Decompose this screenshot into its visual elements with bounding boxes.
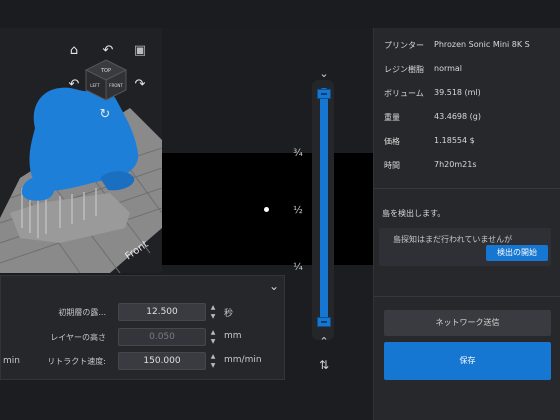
info-value: Phrozen Sonic Mini 8K S [434,40,530,49]
view-cube[interactable]: TOP LEFT FRONT [84,58,128,102]
home-icon[interactable]: ⌂ [66,44,82,60]
rotate-down-right-icon[interactable]: ↷ [132,78,148,94]
info-row-price: 価格 1.18554 $ [384,132,554,156]
info-value: 1.18554 $ [434,136,475,145]
info-value: 39.518 (ml) [434,88,481,97]
info-key: 時間 [384,161,400,170]
setting-label: レイヤーの高さ [50,333,106,342]
info-row-resin: レジン樹脂 normal [384,60,554,84]
setting-row-layer-height: レイヤーの高さ 0.050 ▲ ▼ mm [1,328,286,350]
initial-exposure-input[interactable]: 12.500 [118,303,206,321]
retract-speed-input[interactable]: 150.000 [118,352,206,370]
preview-origin-dot [264,207,269,212]
start-detection-button[interactable]: 検出の開始 [486,245,548,261]
rotate-down-left-icon[interactable]: ↶ [66,78,82,94]
island-detection-message: 島探知はまだ行われていませんが [393,235,513,244]
info-panel: プリンター Phrozen Sonic Mini 8K S レジン樹脂 norm… [373,28,560,420]
setting-unit: mm/min [224,355,262,365]
layer-tick-half: ½ [293,205,303,216]
retract-speed-stepper[interactable]: ▲ ▼ [209,352,217,370]
cube-left-label: LEFT [90,83,100,88]
divider [374,296,560,297]
cube-top-label: TOP [100,68,111,74]
setting-unit: 秒 [224,309,234,319]
model-render: Front [0,87,163,274]
layer-height-input: 0.050 [118,328,206,346]
info-value: 7h20m21s [434,160,477,169]
info-key: プリンター [384,41,424,50]
slider-down-icon[interactable]: ⌃ [317,335,331,348]
save-button[interactable]: 保存 [384,342,551,380]
info-row-volume: ボリューム 39.518 (ml) [384,84,554,108]
3d-viewport[interactable]: Front TOP LEFT FRONT ⌂ ↶ ▣ ↶ ↷ ↻ ⌃ ⌃ ⇅ ¾ [0,28,373,420]
info-key: レジン樹脂 [384,65,424,74]
initial-exposure-stepper[interactable]: ▲ ▼ [209,303,217,321]
info-key: 重量 [384,113,400,122]
setting-row-initial-exposure: 初期層の露... 12.500 ▲ ▼ 秒 [1,303,286,325]
info-row-weight: 重量 43.4698 (g) [384,108,554,132]
rotate-left-icon[interactable]: ↶ [100,44,116,60]
info-value: 43.4698 (g) [434,112,481,121]
layer-slider-track[interactable] [320,88,328,324]
network-send-button[interactable]: ネットワーク送信 [384,310,551,336]
layer-slider-bottom-handle[interactable] [317,317,331,327]
layer-tick-three-quarter: ¾ [293,148,303,159]
cube-icon[interactable]: ▣ [132,44,148,60]
print-settings-panel: ⌄ 初期層の露... 12.500 ▲ ▼ 秒 レイヤーの高さ 0.050 ▲ ▼ … [0,275,285,380]
slider-toggle-icon[interactable]: ⇅ [317,358,331,372]
info-value: normal [434,64,463,73]
cube-front-label: FRONT [109,83,123,88]
layer-slider-top-handle[interactable] [317,89,331,99]
top-strip [0,0,560,28]
layer-height-stepper: ▲ ▼ [210,329,216,345]
info-key: 価格 [384,137,400,146]
setting-label: リトラクト速度: [47,357,106,366]
island-detection-title: 島を検出します。 [382,209,446,218]
island-detection-box: 島探知はまだ行われていませんが 検出の開始 [379,228,551,266]
info-row-printer: プリンター Phrozen Sonic Mini 8K S [384,36,554,60]
setting-row-retract-speed: min リトラクト速度: 150.000 ▲ ▼ mm/min [1,352,286,374]
slider-up-icon[interactable]: ⌃ [317,66,331,79]
layer-tick-quarter: ¼ [293,262,303,273]
slicer-window: Front TOP LEFT FRONT ⌂ ↶ ▣ ↶ ↷ ↻ ⌃ ⌃ ⇅ ¾ [0,0,560,420]
setting-label: 初期層の露... [58,308,106,317]
info-row-time: 時間 7h20m21s [384,156,554,180]
divider [374,188,560,189]
info-key: ボリューム [384,89,424,98]
model-view[interactable]: Front TOP LEFT FRONT [0,28,163,274]
rotate-bottom-icon[interactable]: ↻ [97,108,113,124]
setting-unit: mm [224,331,242,341]
collapse-icon[interactable]: ⌄ [267,279,281,293]
